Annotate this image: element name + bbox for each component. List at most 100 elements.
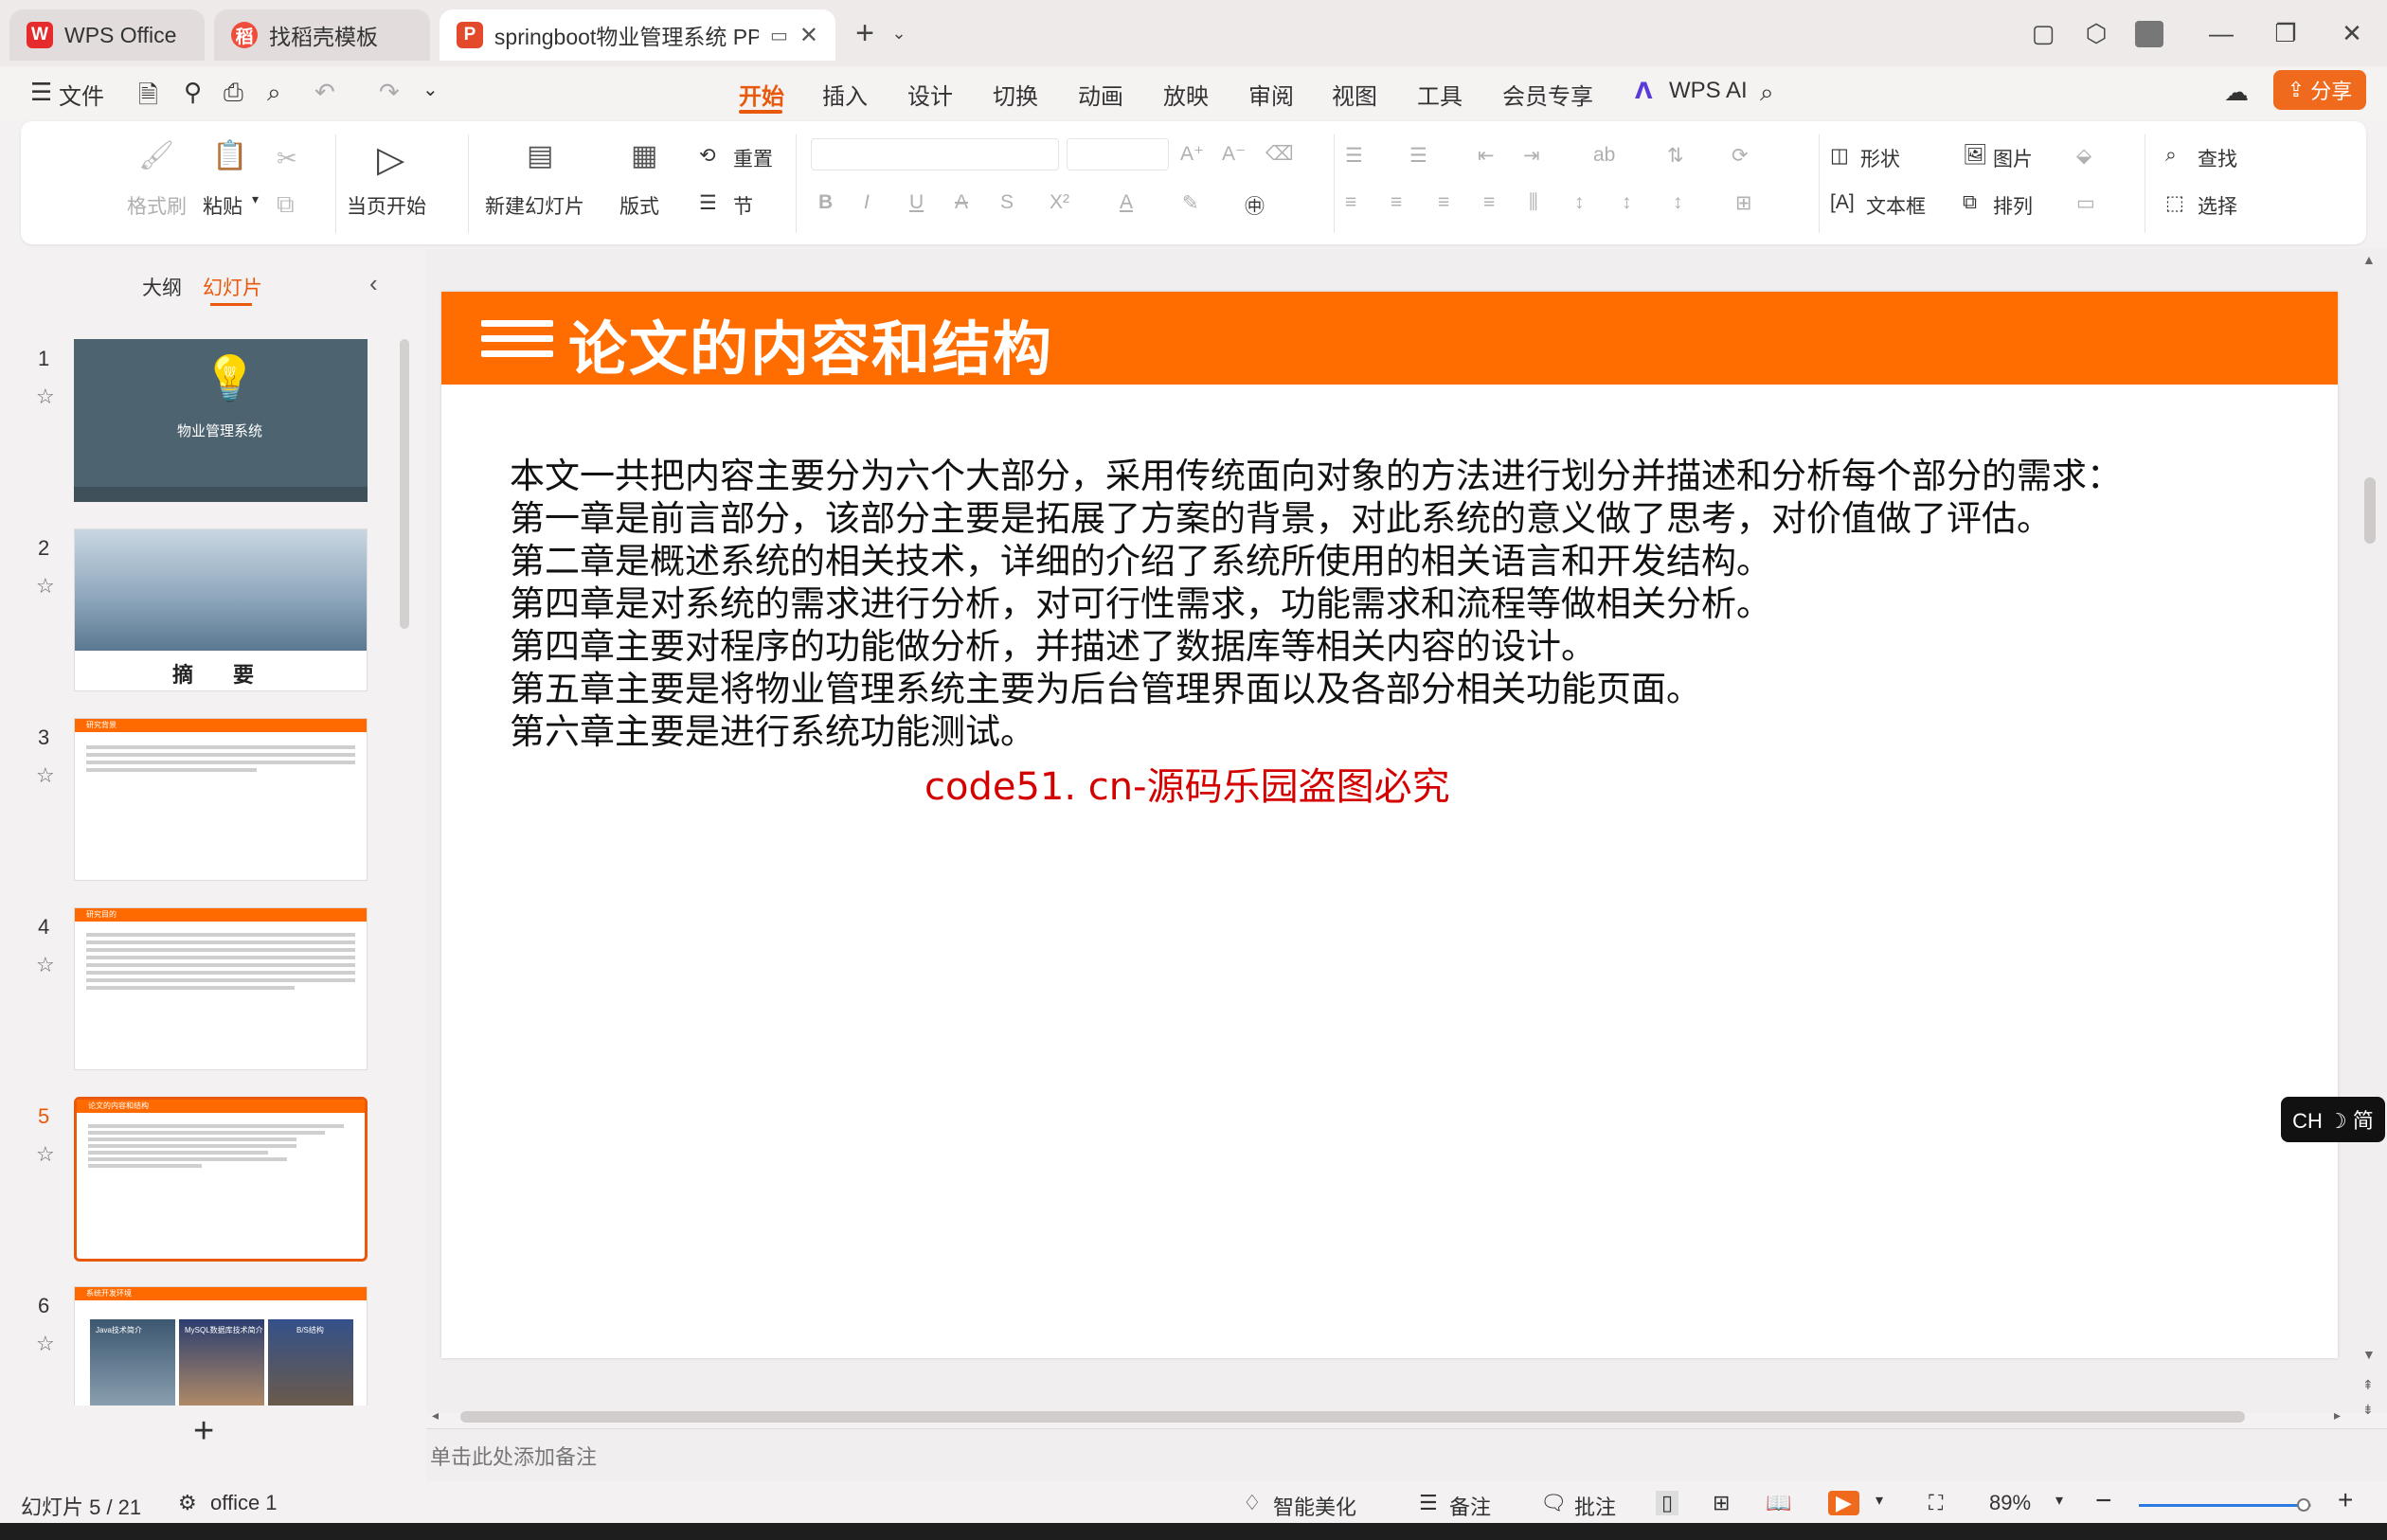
numbered-list-icon[interactable]: ☰ [1409, 144, 1427, 168]
textbox-button[interactable]: 文本框 [1866, 191, 1926, 220]
vertical-scrollbar[interactable] [2364, 477, 2376, 544]
select-button[interactable]: 选择 [2198, 191, 2237, 220]
zoom-level[interactable]: 89% [1989, 1491, 2031, 1515]
tab-slides[interactable]: 幻灯片 [203, 273, 262, 301]
share-doc-icon[interactable]: ⚲ [184, 78, 202, 107]
convert-icon[interactable]: ⟳ [1732, 144, 1749, 168]
fit-window-icon[interactable]: ⛶ [1929, 1491, 1943, 1515]
hamburger-icon[interactable]: ☰ [30, 78, 52, 107]
sort-icon[interactable]: ⇅ [1667, 144, 1684, 168]
play-slideshow-icon[interactable]: ▶ [1828, 1491, 1859, 1515]
scroll-down-icon[interactable]: ▼ [2362, 1347, 2376, 1362]
slide-thumbnail-1[interactable]: 💡 物业管理系统 [74, 339, 368, 502]
underline-icon[interactable]: U [909, 191, 924, 214]
fill-icon[interactable]: ⬙ [2076, 144, 2091, 168]
beautify-button[interactable]: 智能美化 [1273, 1491, 1356, 1521]
slide-thumbnail-4[interactable]: 研究目的 [74, 907, 368, 1070]
tab-outline[interactable]: 大纲 [142, 273, 182, 301]
add-slide-icon[interactable]: + [193, 1411, 214, 1452]
slide-thumbnail-3[interactable]: 研究背景 [74, 718, 368, 881]
arrange-button[interactable]: 排列 [1993, 191, 2033, 220]
close-window-icon[interactable]: ✕ [2336, 17, 2368, 49]
chevron-down-icon[interactable]: ▾ [252, 191, 259, 207]
star-icon[interactable]: ☆ [36, 1332, 55, 1356]
section-button[interactable]: 节 [733, 191, 753, 220]
bold-icon[interactable]: B [818, 191, 833, 214]
scroll-right-icon[interactable]: ▸ [2334, 1407, 2341, 1424]
menu-item-transition[interactable]: 切换 [993, 78, 1038, 111]
print-icon[interactable]: ⎙ [224, 78, 243, 108]
paragraph-spacing-icon[interactable]: ↕ [1622, 191, 1632, 214]
tab-wps-office[interactable]: W WPS Office [9, 9, 205, 61]
outline-icon[interactable]: ▭ [2076, 191, 2095, 215]
tab-current-document[interactable]: P springboot物业管理系统 PPT ▭ ✕ [440, 9, 835, 61]
minimize-icon[interactable]: — [2205, 17, 2237, 49]
slide-body-textbox[interactable]: 本文一共把内容主要分为六个大部分，采用传统面向对象的方法进行划分并描述和分析每个… [510, 455, 2309, 753]
star-icon[interactable]: ☆ [36, 385, 55, 409]
decrease-font-icon[interactable]: A⁻ [1222, 142, 1246, 166]
chevron-down-icon[interactable]: ▾ [2055, 1491, 2063, 1510]
line-spacing-icon[interactable]: ↕ [1574, 191, 1585, 214]
grid-view-icon[interactable]: ⊞ [1713, 1491, 1730, 1515]
bullet-list-icon[interactable]: ☰ [1345, 144, 1363, 168]
align-right-icon[interactable]: ≡ [1438, 191, 1449, 214]
redo-icon[interactable]: ↷ [379, 78, 400, 107]
italic-icon[interactable]: I [864, 191, 870, 214]
normal-view-icon[interactable]: ▯ [1656, 1491, 1679, 1515]
save-icon[interactable]: 🗎 [138, 78, 158, 119]
menu-item-design[interactable]: 设计 [907, 78, 953, 111]
zoom-out-icon[interactable]: − [2095, 1485, 2112, 1517]
font-size-select[interactable] [1067, 138, 1169, 170]
star-icon[interactable]: ☆ [36, 763, 55, 788]
strikethrough-icon[interactable]: A [955, 191, 968, 214]
phonetic-icon[interactable]: ㊥ [1245, 191, 1265, 220]
indent-icon[interactable]: ⇥ [1523, 144, 1540, 168]
slide-title[interactable]: 论文的内容和结构 [568, 301, 1053, 386]
shadow-text-icon[interactable]: S [1000, 191, 1014, 214]
menu-item-animation[interactable]: 动画 [1078, 78, 1123, 111]
slide-thumbnail-5[interactable]: 论文的内容和结构 [74, 1097, 368, 1262]
justify-icon[interactable]: ≡ [1483, 191, 1495, 214]
format-painter-button[interactable]: 格式刷 [127, 191, 187, 220]
cut-icon[interactable]: ✂ [277, 146, 297, 170]
file-menu[interactable]: 文件 [59, 78, 104, 111]
copy-icon[interactable]: ⧉ [277, 191, 295, 216]
zoom-in-icon[interactable]: + [2338, 1485, 2353, 1515]
ime-indicator[interactable]: CH ☽ 简 [2281, 1097, 2385, 1142]
font-color-icon[interactable]: A [1120, 191, 1133, 214]
window-layout-icon[interactable]: ▢ [2027, 17, 2059, 49]
play-from-current-button[interactable]: 当页开始 [347, 191, 426, 220]
theme-name[interactable]: office 1 [210, 1491, 278, 1515]
zoom-slider[interactable] [2139, 1498, 2311, 1512]
align-left-icon[interactable]: ≡ [1345, 191, 1356, 214]
menu-item-view[interactable]: 视图 [1332, 78, 1377, 111]
menu-item-home[interactable]: 开始 [739, 78, 784, 111]
superscript-icon[interactable]: X² [1050, 191, 1069, 214]
reset-button[interactable]: 重置 [733, 144, 773, 172]
next-slide-icon[interactable]: ⇟ [2362, 1402, 2374, 1418]
increase-font-icon[interactable]: A⁺ [1180, 142, 1204, 166]
chevron-down-icon[interactable]: ⌄ [883, 17, 915, 49]
layout-button[interactable]: 版式 [619, 191, 659, 220]
search-icon[interactable]: ⌕ [1760, 78, 1774, 108]
paste-button[interactable]: 粘贴 [203, 191, 242, 220]
collapse-panel-icon[interactable]: ‹ [369, 269, 378, 298]
slide-thumbnail-6[interactable]: 系统开发环境 Java技术简介 MySQL数据库技术简介 B/S结构 [74, 1286, 368, 1406]
columns-icon[interactable]: ⊞ [1735, 191, 1752, 215]
undo-icon[interactable]: ↶ [314, 78, 335, 107]
scroll-left-icon[interactable]: ◂ [432, 1407, 439, 1424]
reading-view-icon[interactable]: 📖 [1766, 1491, 1791, 1515]
menu-item-member[interactable]: 会员专享 [1502, 78, 1593, 111]
cube-icon[interactable]: ⬡ [2080, 17, 2112, 49]
notes-placeholder[interactable]: 单击此处添加备注 [430, 1441, 597, 1471]
zoom-slider-handle[interactable] [2296, 1498, 2310, 1512]
horizontal-scrollbar[interactable] [460, 1411, 2245, 1423]
prev-slide-icon[interactable]: ⇞ [2362, 1377, 2374, 1393]
wps-ai-button[interactable]: WPS AI [1669, 78, 1748, 104]
new-slide-button[interactable]: 新建幻灯片 [485, 191, 584, 220]
chevron-down-icon[interactable]: ⌄ [422, 78, 439, 101]
notes-button[interactable]: 备注 [1449, 1491, 1491, 1521]
menu-item-insert[interactable]: 插入 [822, 78, 868, 111]
avatar[interactable] [2135, 21, 2163, 47]
star-icon[interactable]: ☆ [36, 574, 55, 599]
